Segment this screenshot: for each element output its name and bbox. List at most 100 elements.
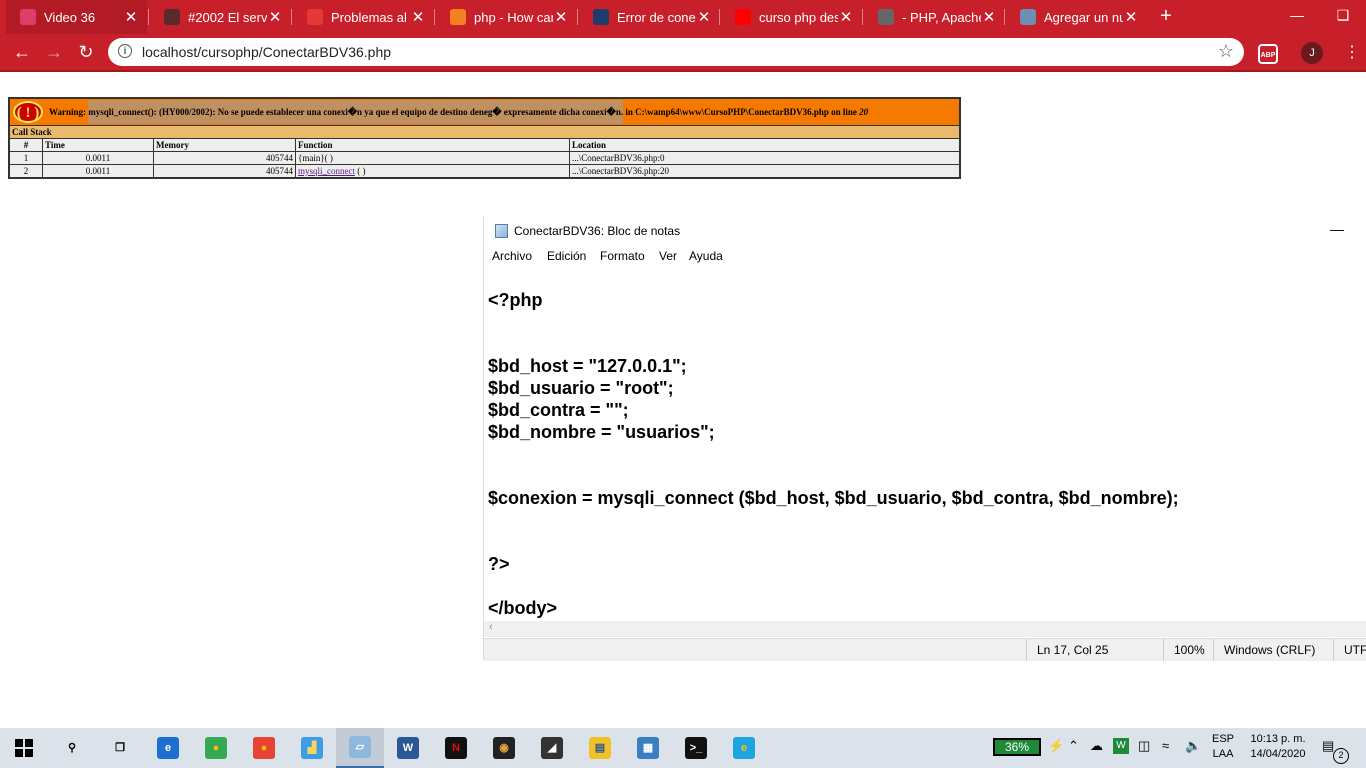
taskbar-app-button[interactable]: ◢ [528,728,576,768]
menu-edicion[interactable]: Edición [547,249,586,263]
scroll-left-icon[interactable]: ‹ [489,621,493,633]
windows-logo-icon [15,739,33,757]
browser-menu-icon[interactable]: ⋮ [1343,42,1361,64]
notepad-icon: ▱ [349,736,371,758]
adblock-plus-icon[interactable]: ABP [1258,44,1278,64]
windows-taskbar: 36% ⚡ ⌃ ☁ W ◫ ≈ 🔈 ESP LAA 10:13 p. m. 14… [0,728,1366,768]
notepad-title: ConectarBDV36: Bloc de notas [514,224,681,238]
menu-ayuda[interactable]: Ayuda [689,249,723,263]
internet-explorer-icon: e [733,737,755,759]
minimize-window-button[interactable]: — [1274,0,1320,30]
function-args: ( ) [357,166,366,176]
browser-tab[interactable]: Error de conex ✕ [579,0,720,34]
warning-label: Warning [49,106,84,117]
tab-title: #2002 El servic [188,9,267,25]
tab-close-icon[interactable]: ✕ [553,8,569,26]
clock-time: 10:13 p. m. [1250,733,1306,745]
site-info-icon[interactable]: i [118,44,132,58]
column-header-function: Function [295,138,570,152]
notepad-icon [495,224,508,238]
video-app-icon [20,9,36,25]
netflix-icon: N [445,737,467,759]
notepad-titlebar[interactable]: ConectarBDV36: Bloc de notas — [484,216,1366,246]
taskbar-app-button[interactable]: e [720,728,768,768]
horizontal-scrollbar[interactable]: ‹ [484,621,1366,637]
tab-separator [291,9,292,25]
warning-icon: ( ! ) [13,101,43,123]
warning-message: mysqli_connect(): (HY000/2002): No se pu… [88,99,624,124]
taskbar-app-button[interactable]: ▱ [336,728,384,768]
input-language[interactable]: ESP LAA [1212,732,1234,762]
function-doc-link[interactable]: mysqli_connect [298,166,355,176]
start-button[interactable] [0,728,48,768]
browser-tab[interactable]: - PHP, Apache ✕ [864,0,1005,34]
taskbar-app-button[interactable]: ◉ [480,728,528,768]
menu-archivo[interactable]: Archivo [492,249,532,263]
taskbar-app-button[interactable]: e [144,728,192,768]
browser-tab[interactable]: Video 36 ✕ [6,0,147,34]
encoding: UTF- [1333,639,1366,661]
tab-close-icon[interactable]: ✕ [981,8,997,26]
menu-formato[interactable]: Formato [600,249,645,263]
volume-icon[interactable]: 🔈 [1185,738,1201,754]
tab-title: Video 36 [44,9,96,25]
url-text[interactable]: localhost/cursophp/ConectarBDV36.php [142,44,391,60]
new-tab-button[interactable]: + [1154,4,1178,28]
wifi-icon[interactable]: ≈ [1162,738,1169,753]
taskbar-app-button[interactable]: N [432,728,480,768]
tab-separator [719,9,720,25]
battery-indicator[interactable]: 36% [993,738,1041,756]
row-location: ...\ConectarBDV36.php:0 [569,151,961,165]
taskbar-app-button[interactable]: ▟ [288,728,336,768]
tab-close-icon[interactable]: ✕ [267,8,283,26]
groove-music-icon: ◉ [493,737,515,759]
address-bar[interactable]: i localhost/cursophp/ConectarBDV36.php ☆ [108,38,1244,66]
taskbar-app-button[interactable]: ⚲ [48,728,96,768]
disc-icon [164,9,180,25]
control-panel-icon: ▦ [637,737,659,759]
notepad-status-bar: Ln 17, Col 25 100% Windows (CRLF) UTF- [484,638,1366,661]
device-tray-icon[interactable]: ◫ [1138,738,1150,754]
onedrive-cloud-icon[interactable]: ☁ [1090,738,1103,754]
browser-tab[interactable]: curso php desc✕ [721,0,862,34]
tab-close-icon[interactable]: ✕ [696,8,712,26]
warning-location: in C:\wamp64\www\CursoPHP\ConectarBDV36.… [625,106,857,117]
tab-close-icon[interactable]: ✕ [1123,8,1139,26]
browser-tab[interactable]: Problemas al t ✕ [293,0,434,34]
tab-title: Error de conex [617,9,696,25]
bookmark-star-icon[interactable]: ☆ [1218,41,1234,62]
taskbar-app-button[interactable]: W [384,728,432,768]
explorer-icon: ▤ [589,737,611,759]
column-header-time: Time [42,138,154,152]
zoom-level: 100% [1163,639,1214,661]
power-plug-icon[interactable]: ⚡ [1048,738,1064,754]
tab-separator [434,9,435,25]
tab-close-icon[interactable]: ✕ [123,8,139,26]
reload-icon[interactable]: ↻ [74,40,98,64]
terminal-icon: >_ [685,737,707,759]
menu-ver[interactable]: Ver [659,249,677,263]
back-arrow-icon[interactable]: ← [10,40,34,64]
tab-title: Agregar un nu [1044,9,1123,25]
maximize-window-button[interactable]: ❑ [1320,0,1366,30]
browser-tab[interactable]: Agregar un nu ✕ [1006,0,1147,34]
call-stack-heading: Call Stack [8,125,961,139]
taskbar-app-button[interactable]: ▤ [576,728,624,768]
taskbar-app-button[interactable]: ▦ [624,728,672,768]
row-num: 2 [8,164,43,179]
green-app-tray-icon[interactable]: W [1113,738,1129,754]
profile-avatar[interactable]: J [1301,42,1323,64]
taskbar-app-button[interactable]: ● [240,728,288,768]
tab-close-icon[interactable]: ✕ [838,8,854,26]
show-hidden-icons-chevron[interactable]: ⌃ [1068,738,1079,754]
taskbar-app-button[interactable]: ❐ [96,728,144,768]
taskbar-app-button[interactable]: ● [192,728,240,768]
taskbar-app-button[interactable]: >_ [672,728,720,768]
forward-arrow-icon[interactable]: → [42,40,66,64]
clock[interactable]: 10:13 p. m. 14/04/2020 [1240,732,1316,762]
tab-close-icon[interactable]: ✕ [410,8,426,26]
browser-tab[interactable]: php - How can ✕ [436,0,577,34]
browser-tab[interactable]: #2002 El servic✕ [150,0,291,34]
notepad-text-area[interactable]: <?php $bd_host = "127.0.0.1"; $bd_usuari… [488,289,1363,619]
notepad-minimize-button[interactable]: — [1330,221,1344,237]
